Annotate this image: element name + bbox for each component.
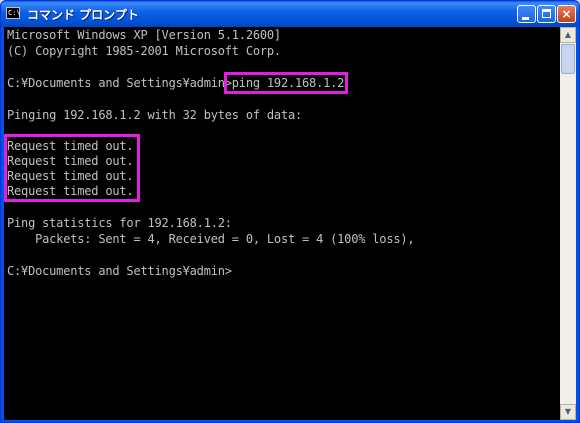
vertical-scrollbar[interactable]: ▲ ▼ <box>560 27 576 420</box>
maximize-button[interactable] <box>537 5 556 23</box>
timeout-highlight <box>4 134 140 202</box>
console-line: Ping statistics for 192.168.1.2: <box>7 216 232 230</box>
close-icon: × <box>561 7 572 21</box>
scroll-thumb[interactable] <box>561 44 575 74</box>
console-line: C:¥Documents and Settings¥admin> <box>7 264 232 278</box>
minimize-button[interactable] <box>517 5 536 23</box>
console-icon[interactable]: C:\ <box>6 7 21 19</box>
scroll-down-button[interactable]: ▼ <box>560 404 576 420</box>
minimize-icon <box>522 17 529 20</box>
command-prompt-window: C:\ コマンド プロンプト × Microsoft Windows XP [V… <box>0 0 580 423</box>
window-title: コマンド プロンプト <box>27 8 139 22</box>
arrow-up-icon: ▲ <box>564 30 572 39</box>
console-area: Microsoft Windows XP [Version 5.1.2600] … <box>4 27 576 420</box>
console-output[interactable]: Microsoft Windows XP [Version 5.1.2600] … <box>4 27 560 420</box>
console-line: Packets: Sent = 4, Received = 0, Lost = … <box>7 232 415 246</box>
console-line: Pinging 192.168.1.2 with 32 bytes of dat… <box>7 108 303 122</box>
ping-command-highlight <box>224 72 348 94</box>
console-line: (C) Copyright 1985-2001 Microsoft Corp. <box>7 44 281 58</box>
console-line: Microsoft Windows XP [Version 5.1.2600] <box>7 28 281 42</box>
arrow-down-icon: ▼ <box>564 407 572 416</box>
scroll-up-button[interactable]: ▲ <box>560 27 576 43</box>
title-bar[interactable]: C:\ コマンド プロンプト × <box>1 1 579 27</box>
close-button[interactable]: × <box>557 5 576 23</box>
maximize-icon <box>542 9 551 18</box>
